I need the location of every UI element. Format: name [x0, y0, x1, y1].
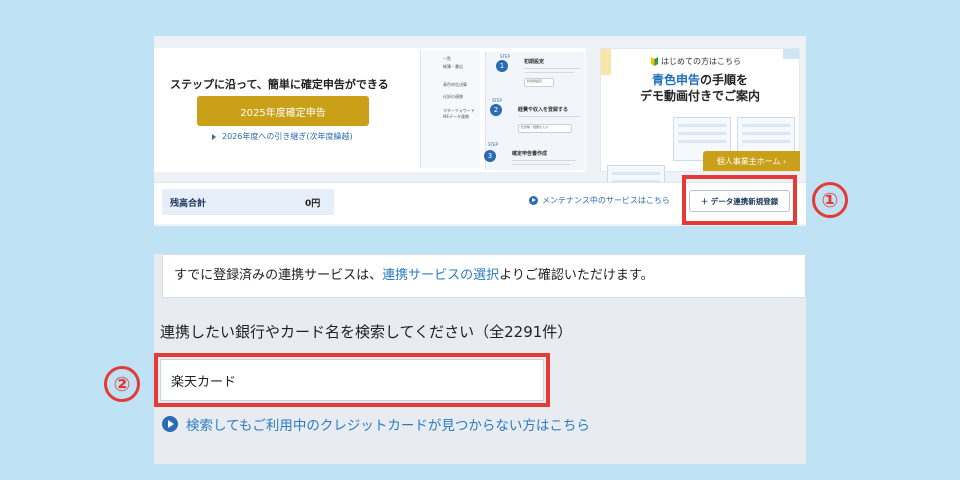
text-line — [524, 68, 580, 69]
step-marker-1: ① — [812, 182, 848, 218]
play-circle-icon — [529, 196, 538, 205]
text-line — [512, 164, 570, 165]
play-circle-icon — [162, 416, 178, 432]
step-number: 3 — [484, 150, 496, 162]
beginner-title: 青色申告の手順を デモ動画付きでご案内 — [600, 72, 800, 104]
sole-proprietor-home-button[interactable]: 個人事業主ホーム › — [703, 151, 800, 171]
step-pill: 利用者設定 — [524, 78, 554, 87]
mock-menu-item: 一覧 — [443, 56, 451, 61]
mock-menu-item: 青色申告決算 — [443, 82, 467, 87]
step-title: 確定申告書作成 — [512, 151, 548, 157]
maintenance-services-link[interactable]: メンテナンス中のサービスはこちら — [529, 195, 670, 206]
screen-illustration-steps: STEP 1 初期設定 利用者設定 STEP 2 経費や収入を登録する 仕訳帳・… — [484, 52, 585, 170]
next-year-carryover-link[interactable]: 2026年度への引き継ぎ(次年度繰越) — [212, 131, 353, 142]
step-number: 1 — [496, 60, 508, 72]
mock-menu-item: 帳簿・書出 — [443, 64, 463, 69]
step-tag: STEP — [492, 98, 502, 103]
bank-card-search-input[interactable] — [160, 359, 544, 401]
text-line — [524, 72, 574, 73]
step-pill: 仕訳帳・経費を入力 — [518, 124, 572, 133]
step-tag: STEP — [488, 142, 498, 147]
decor-bar — [783, 49, 799, 59]
highlight-box-1 — [682, 175, 797, 225]
screen-illustration-menu: 一覧 帳簿・書出 青色申告決算 仕訳の連携 マネーフォワード MEデータ連携 — [420, 50, 480, 168]
step-tag: STEP — [500, 54, 510, 59]
balance-value: 0円 — [305, 199, 321, 209]
next-year-carryover-label: 2026年度への引き継ぎ(次年度繰越) — [222, 132, 353, 141]
beginner-mark-icon — [651, 57, 658, 66]
balance-label: 残高合計 — [170, 199, 207, 209]
beginner-title-line2: デモ動画付きでご案内 — [639, 89, 760, 103]
info-text-pre: すでに登録済みの連携サービスは、 — [174, 268, 383, 283]
beginner-heading: はじめての方はこちら — [651, 56, 741, 67]
step-title: 経費や収入を登録する — [518, 107, 569, 113]
hero-text: ステップに沿って、簡単に確定申告ができる — [170, 78, 389, 91]
maintenance-label: メンテナンス中のサービスはこちら — [542, 196, 670, 205]
info-text-post: よりご確認いただけます。 — [499, 268, 654, 283]
beginner-title-part: の手順を — [700, 73, 749, 87]
beginner-heading-label: はじめての方はこちら — [661, 57, 741, 66]
text-line — [518, 116, 580, 117]
step-title: 初期設定 — [524, 59, 545, 65]
registered-services-info: すでに登録済みの連携サービスは、連携サービスの選択よりご確認いただけます。 — [174, 264, 654, 283]
step-number: 2 — [490, 104, 502, 116]
text-line — [512, 160, 576, 161]
mock-menu-item: 仕訳の連携 — [443, 94, 463, 99]
card-not-found-label: 検索してもご利用中のクレジットカードが見つからない方はこちら — [186, 418, 590, 434]
card-not-found-link[interactable]: 検索してもご利用中のクレジットカードが見つからない方はこちら — [162, 414, 590, 434]
beginner-title-highlight: 青色申告 — [651, 73, 700, 87]
step-marker-2: ② — [104, 366, 140, 402]
mock-menu-item: MEデータ連携 — [443, 114, 469, 119]
select-linked-service-link[interactable]: 連携サービスの選択 — [382, 268, 499, 283]
search-heading: 連携したい銀行やカード名を検索してください（全2291件） — [160, 323, 573, 341]
tax-return-button[interactable]: 2025年度確定申告 — [197, 96, 369, 126]
caret-right-icon — [212, 133, 216, 140]
